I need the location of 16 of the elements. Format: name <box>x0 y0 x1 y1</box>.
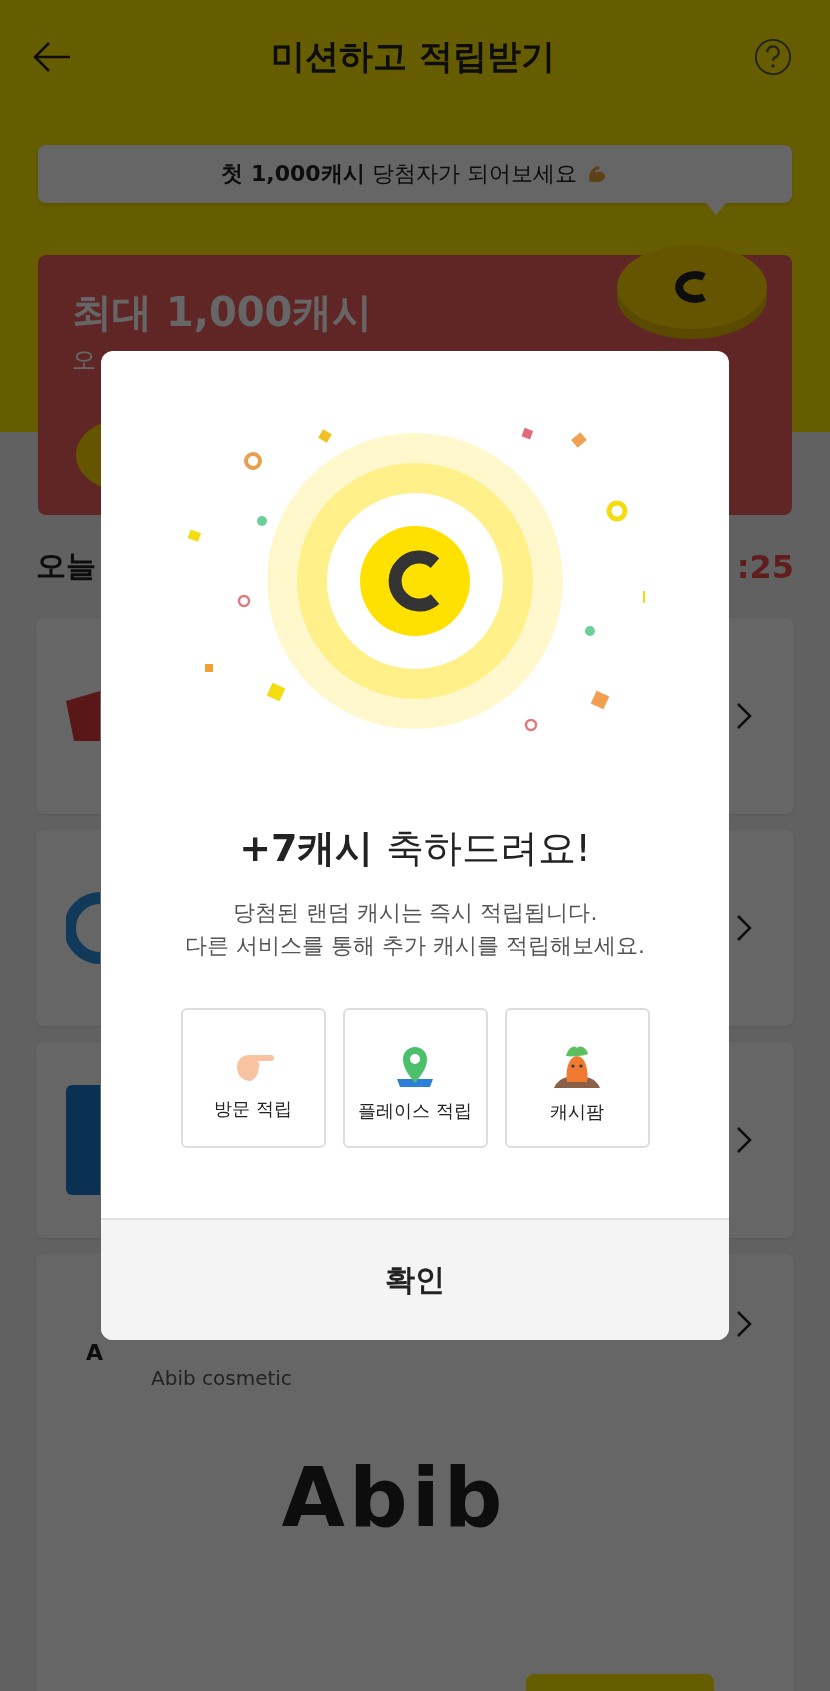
dialog-message: 다른 서비스를 통해 추가 캐시를 적립해보세요. <box>185 932 645 960</box>
promo-text: 첫 1,000캐시 당첨자가 되어보세요 <box>221 160 577 188</box>
banner-title: 최대 1,000캐시 <box>72 288 374 337</box>
brand-logo: Abib <box>280 1450 508 1545</box>
page-title: 미션하고 적립받기 <box>271 35 555 78</box>
shortcut-button[interactable]: 캐시팜 <box>504 1008 650 1148</box>
brand-logo-letter: A <box>86 1339 104 1365</box>
dialog-title: +7캐시 축하드려요! <box>239 825 591 872</box>
countdown-timer: :25 <box>736 547 794 586</box>
dialog-message: 당첨된 랜덤 캐시는 즉시 적립됩니다. <box>231 899 599 927</box>
brand-name: Abib cosmetic <box>151 1366 292 1390</box>
shortcut-button[interactable]: 방문 적립 <box>180 1008 326 1148</box>
section-title: 오늘 <box>36 547 96 585</box>
confirm-button[interactable]: 확인 <box>101 1218 729 1340</box>
shortcut-button[interactable]: 플레이스 적립 <box>342 1008 488 1148</box>
banner-subtitle: 오 <box>72 345 97 376</box>
